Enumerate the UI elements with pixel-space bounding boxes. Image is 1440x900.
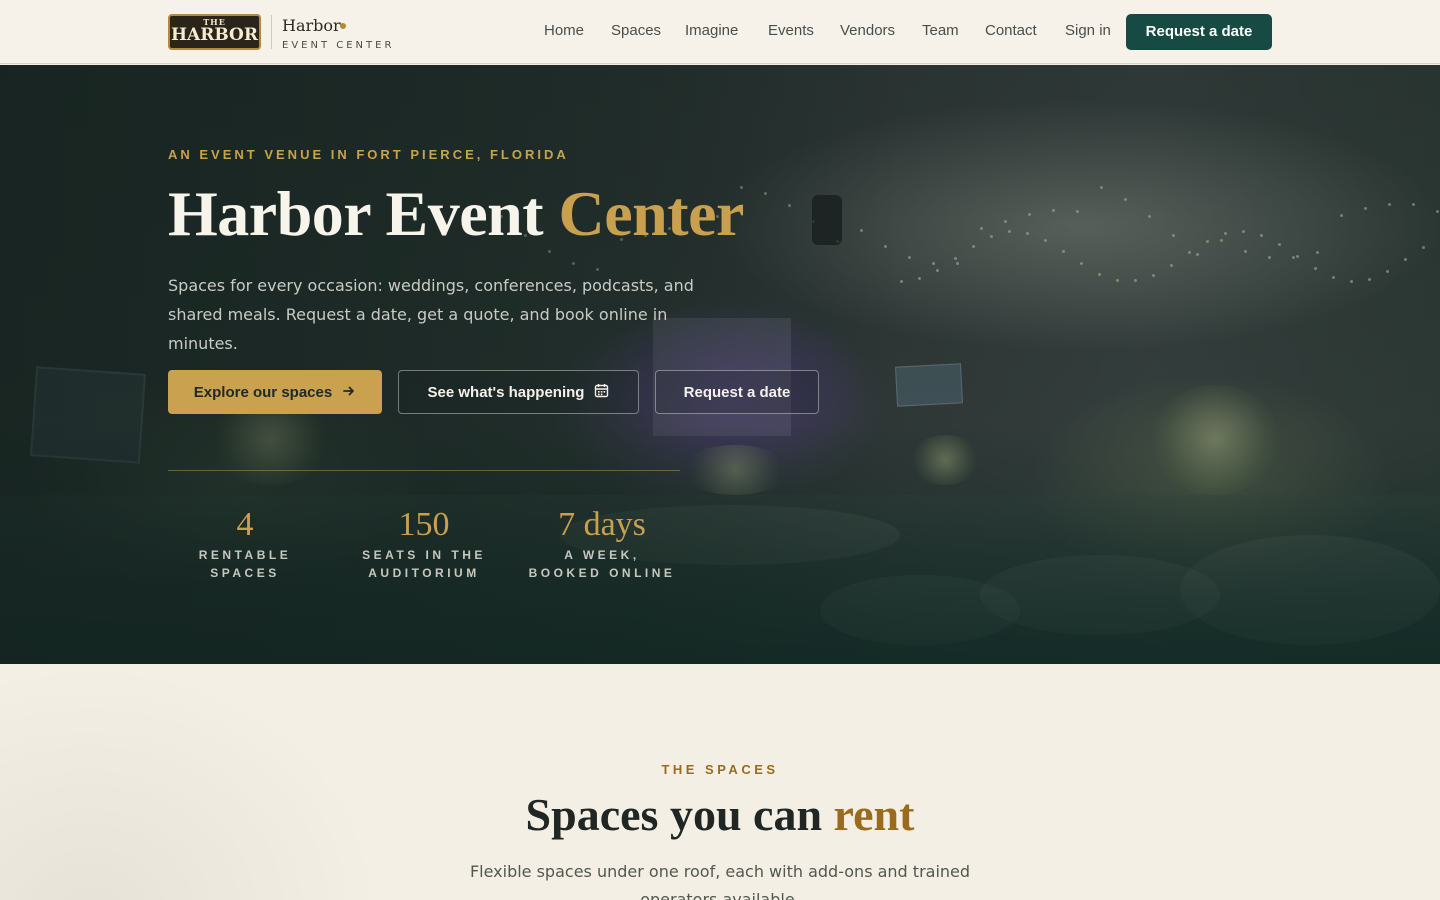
explore-spaces-button[interactable]: Explore our spaces	[168, 370, 382, 414]
arrow-right-icon	[342, 384, 356, 401]
hero-title: Harbor Event Center	[168, 177, 744, 251]
nav-link-imagine[interactable]: Imagine	[685, 22, 738, 39]
hero-title-main: Harbor Event	[168, 178, 544, 249]
stat-label-line1: SEATS IN THE	[362, 548, 486, 562]
calendar-icon	[594, 383, 609, 401]
stat-booking-days: 7 days A WEEK, BOOKED ONLINE	[520, 505, 684, 582]
spaces-eyebrow: THE SPACES	[661, 762, 779, 777]
stat-auditorium-seats: 150 SEATS IN THE AUDITORIUM	[340, 505, 508, 582]
nav-link-contact[interactable]: Contact	[985, 22, 1037, 39]
explore-spaces-label: Explore our spaces	[193, 383, 333, 401]
hero-eyebrow: AN EVENT VENUE IN FORT PIERCE, FLORIDA	[168, 147, 569, 162]
stat-value: 4	[236, 506, 254, 543]
request-date-hero-label: Request a date	[683, 383, 791, 401]
top-nav: THE HARBOR Harbor EVENT CENTER Home Spac…	[0, 0, 1440, 64]
spaces-title-accent: rent	[833, 789, 915, 840]
nav-link-spaces[interactable]: Spaces	[611, 22, 661, 39]
nav-link-team[interactable]: Team	[922, 22, 959, 39]
hero-description: Spaces for every occasion: weddings, con…	[168, 276, 694, 353]
stat-label-line2: BOOKED ONLINE	[528, 566, 676, 580]
stat-value: 7 days	[558, 506, 646, 543]
see-whats-happening-label: See what's happening	[427, 383, 585, 401]
spaces-section: THE SPACES Spaces you can rent Flexible …	[0, 664, 1440, 900]
stat-label-line1: RENTABLE	[198, 548, 292, 562]
nav-link-sign-in[interactable]: Sign in	[1065, 22, 1111, 39]
nav-link-home[interactable]: Home	[544, 22, 584, 39]
stat-label-line1: A WEEK,	[564, 548, 640, 562]
request-date-nav-button[interactable]: Request a date	[1126, 14, 1272, 50]
hero-divider	[168, 470, 680, 471]
see-whats-happening-button[interactable]: See what's happening	[398, 370, 639, 414]
hero-title-accent: Center	[558, 178, 745, 249]
stat-label-line2: AUDITORIUM	[368, 566, 480, 580]
stat-value: 150	[398, 506, 450, 543]
spaces-title-main: Spaces you can	[525, 789, 823, 840]
hero-section: AN EVENT VENUE IN FORT PIERCE, FLORIDA H…	[0, 65, 1440, 664]
request-date-hero-button[interactable]: Request a date	[655, 370, 819, 414]
nav-link-events[interactable]: Events	[768, 22, 814, 39]
spaces-description: Flexible spaces under one roof, each wit…	[469, 862, 971, 900]
stat-label-line2: SPACES	[210, 566, 280, 580]
nav-link-vendors[interactable]: Vendors	[840, 22, 895, 39]
spaces-title: Spaces you can rent	[0, 788, 1440, 841]
stat-rentable-spaces: 4 RENTABLE SPACES	[168, 505, 322, 582]
